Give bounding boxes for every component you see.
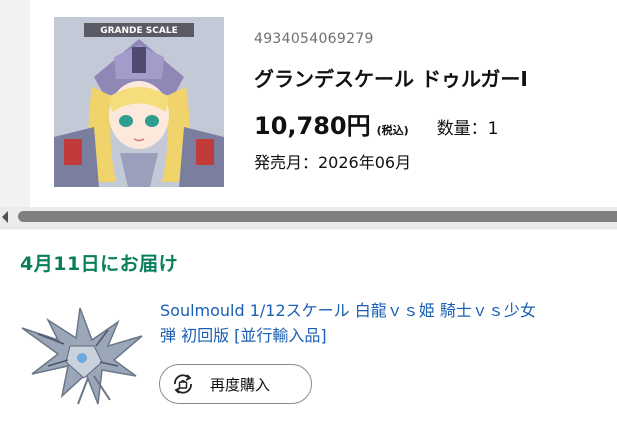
product-price: 10,780円 — [254, 112, 371, 140]
product-image[interactable]: GRANDE SCALE — [54, 17, 224, 187]
item-image[interactable] — [18, 300, 146, 410]
section-divider — [0, 227, 617, 231]
item-title-line-1[interactable]: Soulmould 1/12スケール 白龍ｖｓ姫 騎士ｖｓ少女 — [160, 298, 617, 323]
product-release-date: 発売月：2026年06月 — [254, 153, 412, 172]
rebuy-refresh-bag-icon — [174, 374, 192, 394]
product-jan-code: 4934054069279 — [254, 31, 374, 47]
figure-illustration: GRANDE SCALE — [54, 17, 224, 187]
product-quantity: 数量：1 — [436, 119, 499, 139]
tax-note: (税込) — [376, 124, 409, 137]
price-row: 10,780円 (税込) 数量：1 — [254, 106, 499, 141]
product-title[interactable]: グランデスケール ドゥルガーI — [254, 63, 528, 92]
item-title-line-2[interactable]: 弾 初回版 [並行輸入品] — [160, 323, 617, 348]
item-title-link[interactable]: Soulmould 1/12スケール 白龍ｖｓ姫 騎士ｖｓ少女 弾 初回版 [並… — [160, 298, 617, 348]
buy-again-button[interactable]: 再度購入 — [159, 364, 312, 404]
buy-again-label: 再度購入 — [210, 375, 271, 394]
dragon-figure-illustration — [21, 307, 143, 405]
image-badge: GRANDE SCALE — [100, 26, 178, 36]
product-card: GRANDE SCALE 4934054069279 グランデスケール ドゥルガ… — [30, 0, 617, 207]
cart-panel: GRANDE SCALE 4934054069279 グランデスケール ドゥルガ… — [0, 0, 617, 207]
delivery-date-heading: 4月11日にお届け — [20, 253, 179, 275]
scrollbar-thumb[interactable] — [18, 211, 617, 222]
horizontal-scrollbar[interactable] — [0, 207, 617, 227]
scroll-left-arrow-icon[interactable] — [2, 211, 8, 223]
